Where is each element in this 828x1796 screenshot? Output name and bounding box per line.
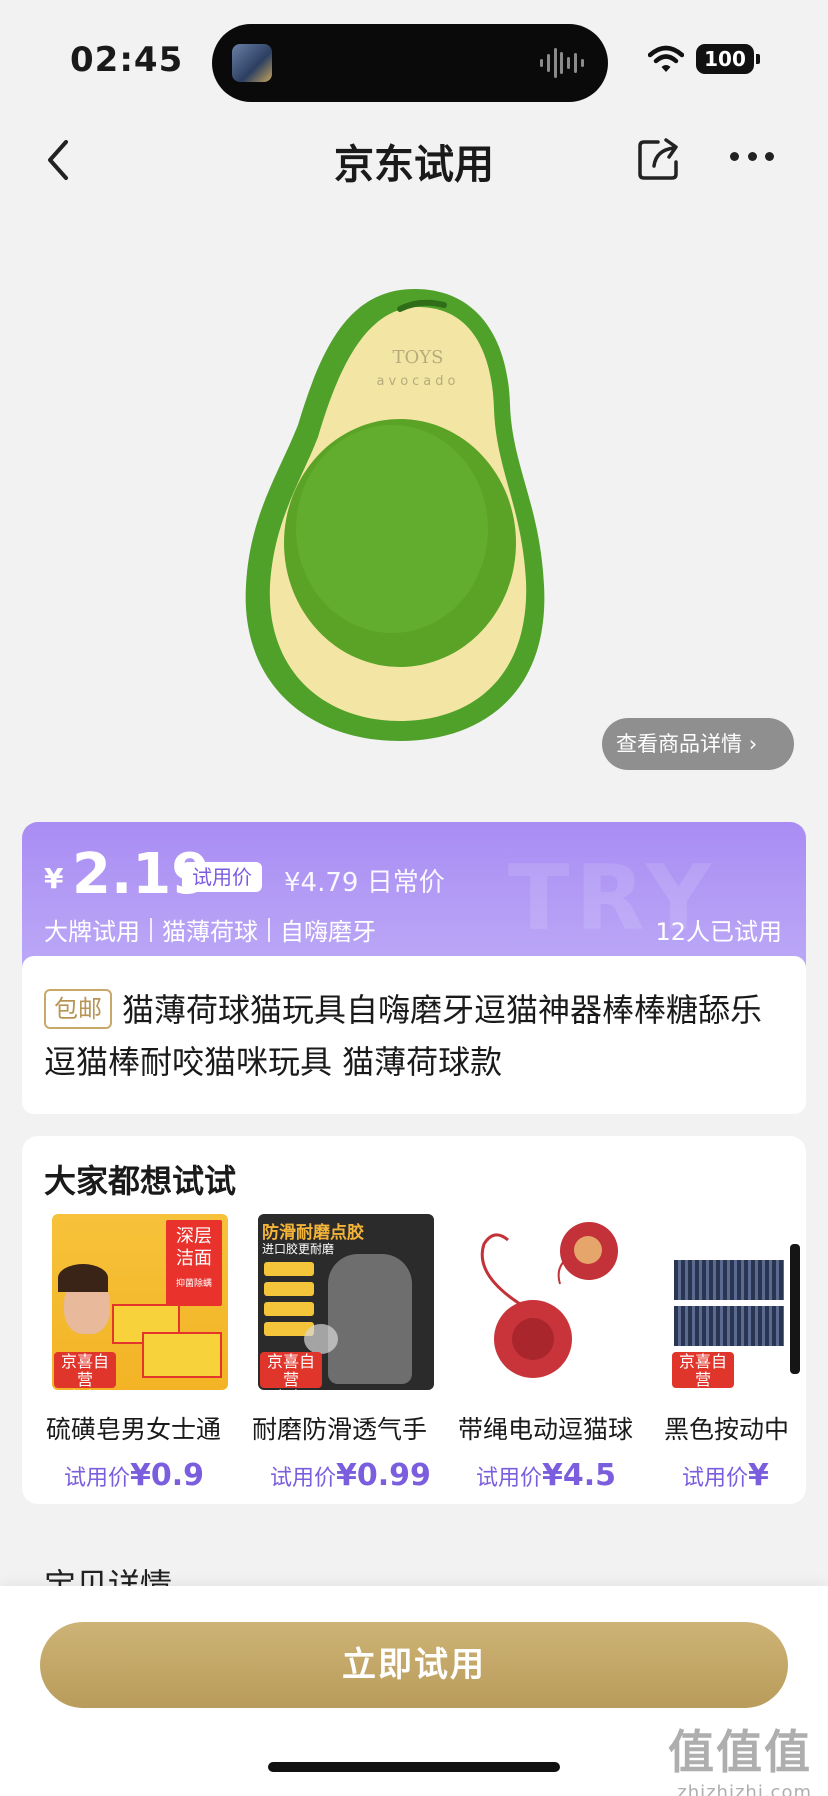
nav-bar: 京东试用 — [0, 120, 828, 200]
price-value: ¥ — [748, 1458, 769, 1493]
product-image-subtext: avocado — [377, 374, 460, 389]
status-bar: 02:45 100 — [0, 0, 828, 120]
badge-line: 包邮 — [275, 1388, 307, 1391]
free-shipping-badge: 包邮 — [44, 989, 112, 1029]
recommendation-item[interactable]: 深层 洁面 抑菌除螨 京喜自营包邮 硫磺皂男女士通 试用价¥0.9 — [46, 1214, 236, 1494]
price-value: ¥0.9 — [130, 1458, 205, 1493]
view-details-label: 查看商品详情 — [616, 732, 742, 756]
bottom-bar: 立即试用 值值值 zhizhizhi.com — [0, 1586, 828, 1796]
product-tags: 大牌试用 猫薄荷球 自嗨磨牙 — [44, 912, 376, 947]
recommendation-item[interactable]: 带绳电动逗猫球 试用价¥4.5 — [458, 1214, 648, 1494]
share-icon[interactable] — [636, 136, 682, 182]
recommendations-card: 大家都想试试 深层 洁面 抑菌除螨 京喜自营包邮 硫磺皂男女士通 试用价¥0.9… — [22, 1136, 806, 1504]
work-gloves-image: 防滑耐磨点胶 进口胶更耐磨 京喜自营包邮 — [258, 1214, 434, 1390]
tag-divider — [150, 917, 152, 942]
chevron-right-icon: › — [748, 732, 758, 756]
tag: 大牌试用 — [44, 918, 140, 946]
tried-count: 12人已试用 — [655, 918, 782, 946]
battery-indicator: 100 — [696, 44, 760, 74]
tag: 猫薄荷球 — [162, 918, 258, 946]
badge-line: 京喜自营 — [266, 1352, 315, 1389]
recommendation-name: 硫磺皂男女士通 — [46, 1415, 222, 1444]
recommendation-name: 带绳电动逗猫球 — [458, 1415, 634, 1444]
price-label: 试用价 — [476, 1466, 543, 1491]
recommendation-price: 试用价¥ — [682, 1458, 769, 1493]
site-watermark-logo: 值值值 — [668, 1725, 812, 1779]
jingxi-badge: 京喜自营包邮 — [672, 1352, 734, 1391]
product-title-card: 包邮 猫薄荷球猫玩具自嗨磨牙逗猫神器棒棒糖舔乐逗猫棒耐咬猫咪玩具 猫薄荷球款 — [22, 956, 806, 1114]
site-watermark: 值值值 zhizhizhi.com — [668, 1716, 812, 1796]
price-value: ¥0.99 — [336, 1458, 431, 1493]
badge-line: 京喜自营 — [60, 1352, 109, 1389]
thumb-text: 抑菌除螨 — [175, 1279, 212, 1289]
recommendations-list[interactable]: 深层 洁面 抑菌除螨 京喜自营包邮 硫磺皂男女士通 试用价¥0.9 防滑耐磨点胶… — [46, 1214, 806, 1494]
home-indicator[interactable] — [268, 1762, 560, 1772]
sulfur-soap-image: 深层 洁面 抑菌除螨 京喜自营包邮 — [52, 1214, 228, 1390]
try-now-button[interactable]: 立即试用 — [40, 1622, 788, 1708]
product-title-block: 包邮 猫薄荷球猫玩具自嗨磨牙逗猫神器棒棒糖舔乐逗猫棒耐咬猫咪玩具 猫薄荷球款 — [44, 984, 784, 1088]
badge-line: 包邮 — [69, 1388, 101, 1391]
cat-ball-string — [480, 1233, 575, 1306]
recommendation-price: 试用价¥4.5 — [476, 1458, 616, 1493]
trial-price-tag: 试用价 — [182, 862, 262, 892]
recommendation-name: 黑色按动中 — [664, 1415, 790, 1444]
jingxi-badge: 京喜自营包邮 — [260, 1352, 322, 1391]
thumb-text: 进口胶更耐磨 — [262, 1242, 335, 1256]
recommendation-item[interactable]: 防滑耐磨点胶 进口胶更耐磨 京喜自营包邮 耐磨防滑透气手 试用价¥0.99 — [252, 1214, 442, 1494]
product-title: 猫薄荷球猫玩具自嗨磨牙逗猫神器棒棒糖舔乐逗猫棒耐咬猫咪玩具 猫薄荷球款 — [44, 991, 763, 1081]
product-image[interactable]: TOYS avocado — [240, 285, 590, 745]
black-gel-pens-image: 京喜自营包邮 — [670, 1214, 806, 1390]
recommendation-item[interactable]: 京喜自营包邮 黑色按动中 试用价¥ — [664, 1214, 806, 1494]
badge-line: 京喜自营 — [678, 1352, 727, 1389]
price-label: 试用价 — [64, 1466, 131, 1491]
tag-divider — [268, 917, 270, 942]
price-currency: ¥ — [44, 862, 64, 895]
recommendation-price: 试用价¥0.9 — [64, 1458, 204, 1493]
now-playing-thumbnail — [232, 44, 272, 82]
page-title: 京东试用 — [334, 142, 494, 188]
recommendation-price: 试用价¥0.99 — [270, 1458, 431, 1493]
status-time: 02:45 — [70, 40, 184, 80]
badge-line: 包邮 — [687, 1388, 719, 1391]
electric-cat-ball-image — [464, 1214, 640, 1390]
site-watermark-url: zhizhizhi.com — [677, 1782, 812, 1796]
thumb-text: 洁面 — [176, 1248, 212, 1269]
product-image-brand: TOYS — [393, 347, 444, 368]
recommendation-name: 耐磨防滑透气手 — [252, 1415, 428, 1444]
original-price: ¥4.79 日常价 — [284, 868, 445, 898]
dynamic-island[interactable] — [212, 24, 608, 102]
audio-wave-icon — [540, 46, 584, 80]
wifi-icon — [648, 45, 684, 72]
price-value: ¥4.5 — [542, 1458, 617, 1493]
thumb-text: 深层 — [176, 1226, 212, 1247]
more-icon[interactable] — [730, 152, 774, 164]
recommendations-heading: 大家都想试试 — [44, 1162, 237, 1200]
jingxi-badge: 京喜自营包邮 — [54, 1352, 116, 1391]
view-details-button[interactable]: 查看商品详情 › — [602, 718, 794, 770]
price-label: 试用价 — [270, 1466, 337, 1491]
price-label: 试用价 — [682, 1466, 749, 1491]
tag: 自嗨磨牙 — [280, 918, 376, 946]
